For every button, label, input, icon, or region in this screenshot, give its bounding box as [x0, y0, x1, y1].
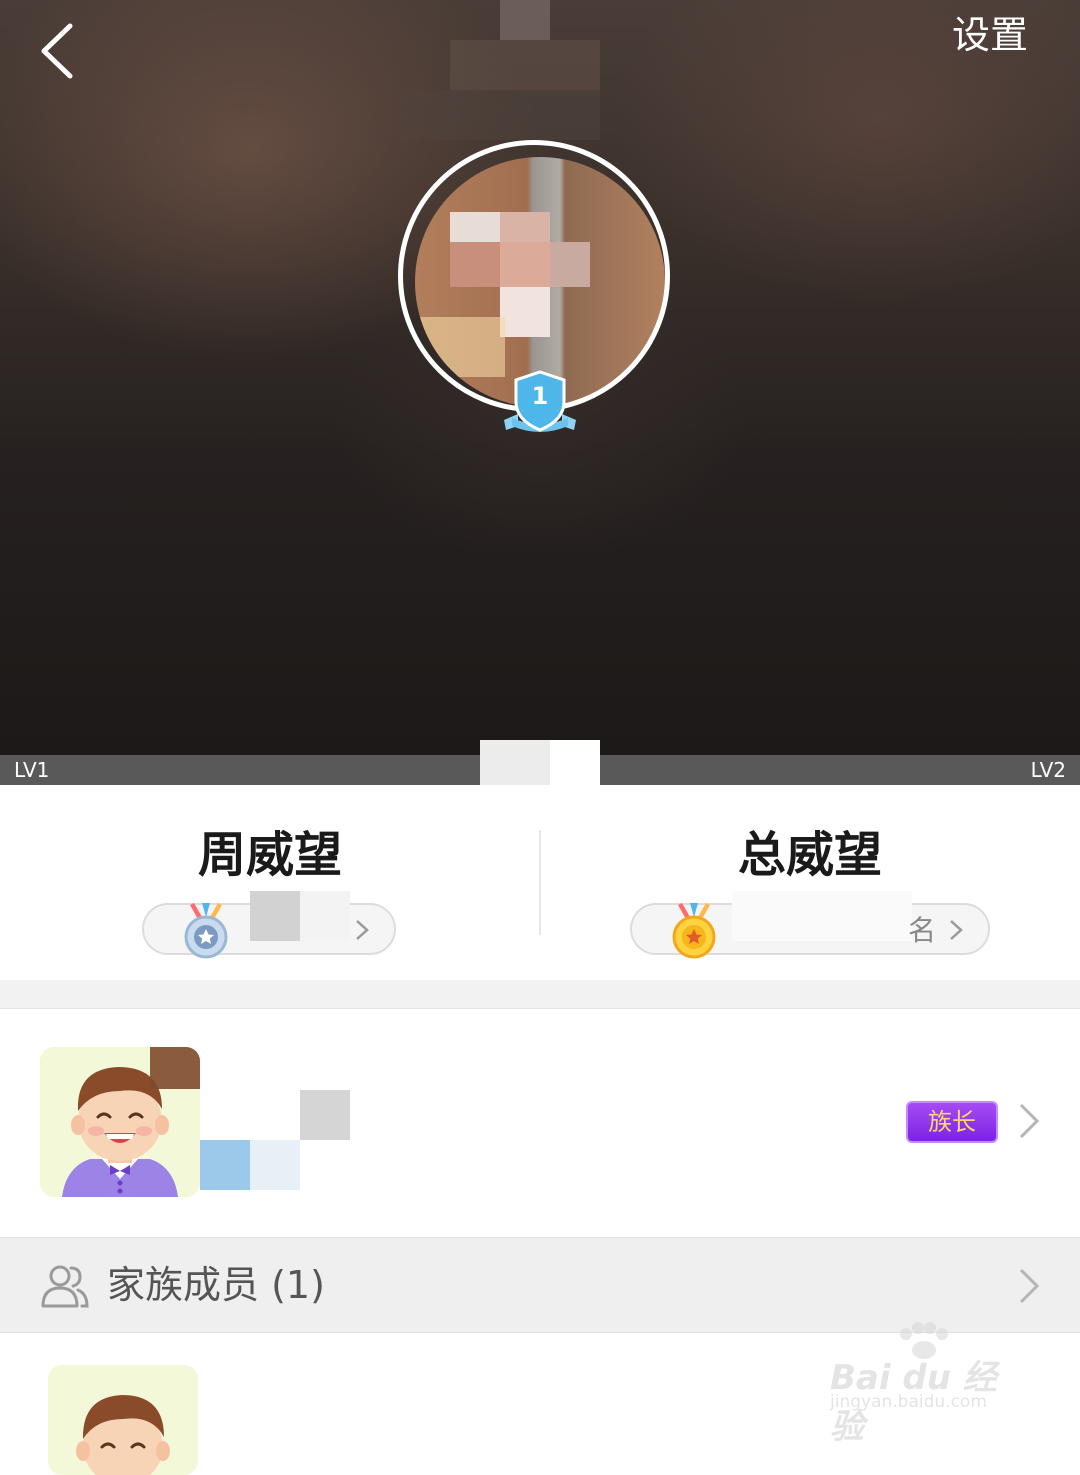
- level-next-label: LV2: [1030, 758, 1066, 782]
- chevron-right-icon: [950, 920, 963, 940]
- gold-medal-icon: [672, 903, 716, 959]
- family-members-label: 家族成员 (1): [107, 1263, 325, 1307]
- watermark: Bai du 经验 jingyan.baidu.com: [826, 1320, 1026, 1447]
- chief-badge: 族长: [906, 1101, 998, 1143]
- pixelated-region: [400, 90, 600, 140]
- users-icon: [41, 1265, 89, 1308]
- family-members-header[interactable]: 家族成员 (1): [0, 1237, 1080, 1333]
- cartoon-man-avatar: [48, 1365, 198, 1475]
- settings-button[interactable]: 设置: [952, 12, 1028, 58]
- chevron-right-icon: [1019, 1103, 1040, 1139]
- profile-header: 设置 1: [0, 0, 1080, 755]
- total-rank-pill[interactable]: 名: [630, 891, 990, 959]
- pixelated-region: [732, 891, 912, 941]
- divider: [539, 830, 541, 935]
- weekly-prestige-title: 周威望: [197, 827, 342, 883]
- back-button[interactable]: [30, 16, 90, 86]
- pixelated-region: [500, 0, 550, 40]
- total-prestige-title: 总威望: [737, 827, 882, 883]
- chevron-right-icon: [356, 920, 369, 940]
- pixelated-region: [450, 40, 600, 90]
- prestige-section: 周威望 总威望 名: [0, 785, 1080, 980]
- watermark-url: jingyan.baidu.com: [830, 1392, 987, 1412]
- pixelated-region: [150, 1047, 200, 1089]
- total-rank-text: 名: [908, 914, 937, 947]
- avatar: [40, 1047, 200, 1197]
- level-badge: 1: [500, 368, 580, 438]
- chevron-right-icon: [1019, 1268, 1040, 1304]
- level-badge-number: 1: [531, 382, 549, 410]
- pixelated-region: [480, 740, 550, 785]
- chevron-left-icon: [41, 23, 73, 79]
- weekly-rank-pill[interactable]: [142, 891, 396, 959]
- pixelated-region: [250, 1140, 300, 1190]
- pixelated-region: [300, 891, 350, 941]
- pixelated-region: [250, 891, 300, 941]
- avatar: [48, 1365, 198, 1475]
- leader-row[interactable]: 族长: [0, 1009, 1080, 1237]
- silver-medal-icon: [184, 903, 228, 959]
- pixelated-region: [200, 1140, 250, 1190]
- level-progress-bar: LV1 LV2: [0, 740, 1080, 785]
- pixelated-region: [550, 740, 600, 785]
- section-separator: [0, 980, 1080, 1009]
- level-current-label: LV1: [14, 758, 50, 782]
- pixelated-region: [300, 1090, 350, 1140]
